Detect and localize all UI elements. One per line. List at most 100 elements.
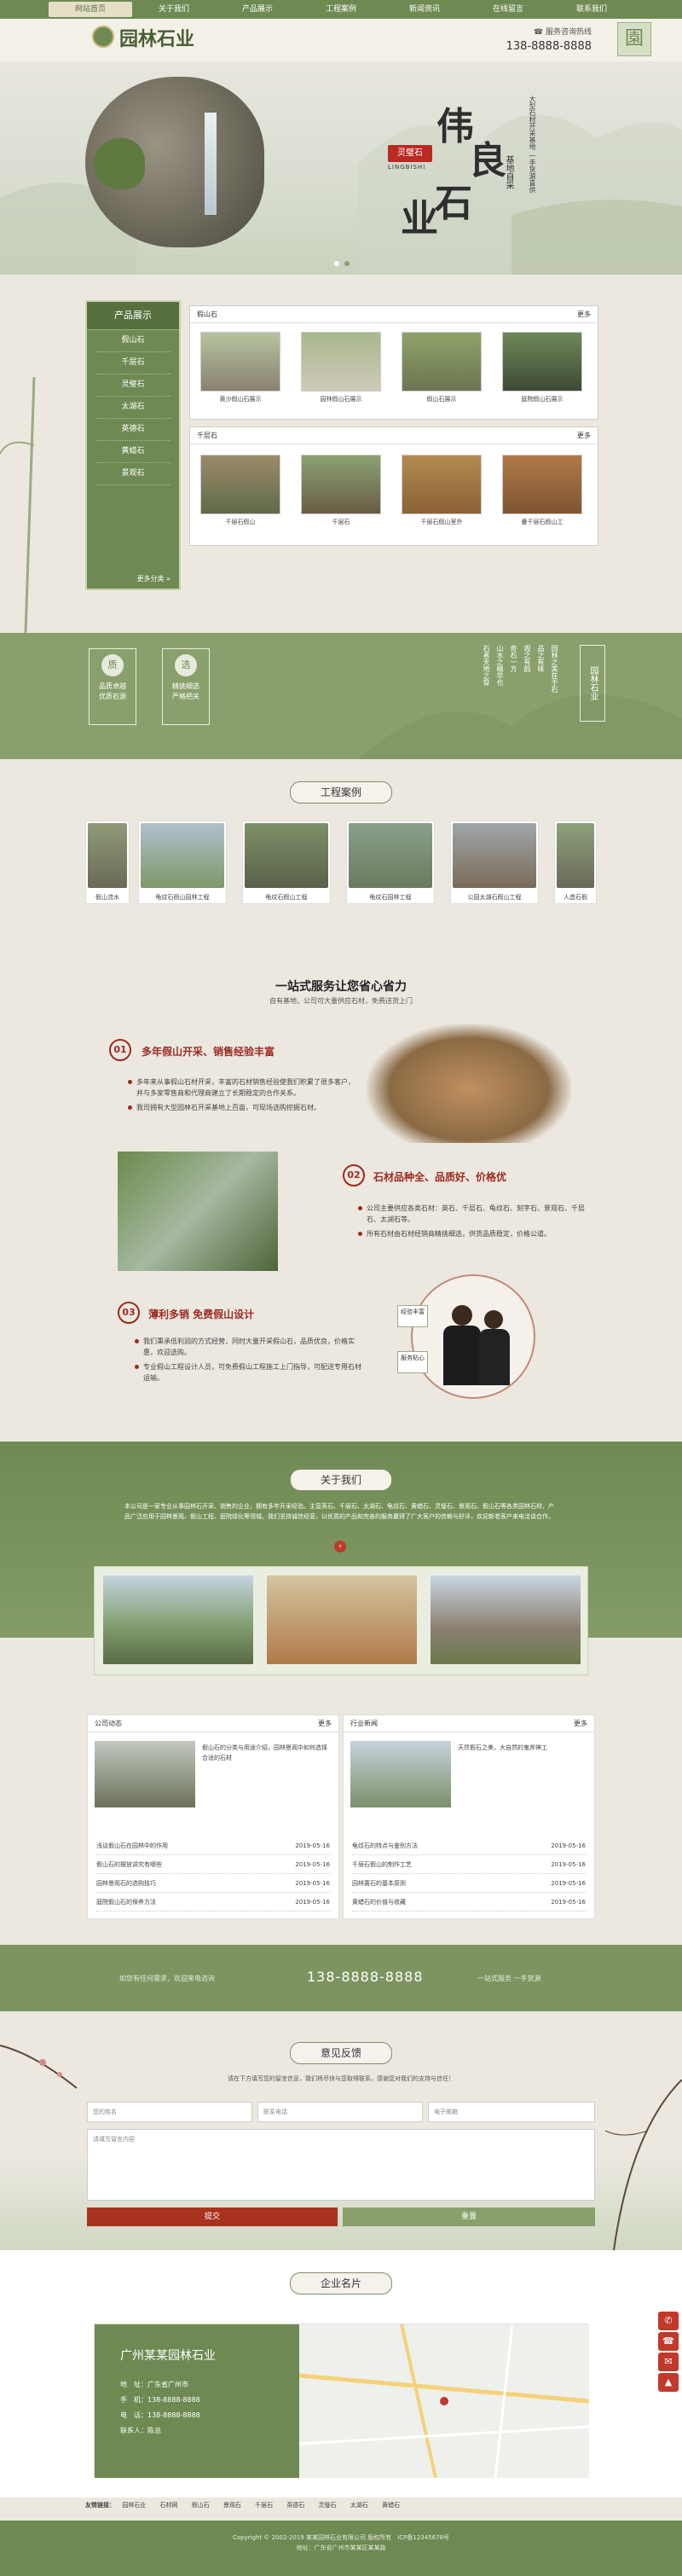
more-link[interactable]: 更多 <box>318 1715 332 1732</box>
staff-image <box>411 1274 535 1399</box>
product-image[interactable] <box>502 455 582 514</box>
product-item[interactable]: 园林假山石展示 <box>301 332 381 403</box>
feature-icon: 选 <box>175 654 197 676</box>
sidebar-title: 产品展示 <box>87 302 179 330</box>
product-item[interactable]: 假山石展示 <box>402 332 482 403</box>
nav-message[interactable]: 在线留言 <box>466 0 550 19</box>
nav-contact[interactable]: 联系我们 <box>550 0 633 19</box>
product-image[interactable] <box>301 455 381 514</box>
side-wechat-icon[interactable]: ✉ <box>658 2353 679 2371</box>
nav-cases[interactable]: 工程案例 <box>299 0 383 19</box>
nav-about[interactable]: 关于我们 <box>132 0 216 19</box>
product-image[interactable] <box>301 332 381 392</box>
news-featured[interactable]: 天然假石之美，大自然的鬼斧神工 <box>458 1743 586 1753</box>
news-row[interactable]: 浅谈假山石在园林中的作用 2019-05-16 <box>96 1836 330 1855</box>
logo-icon[interactable] <box>92 26 114 48</box>
product-item[interactable]: 千层石假山室外 <box>402 455 482 526</box>
product-image[interactable] <box>402 455 482 514</box>
product-item[interactable]: 叠千层石假山工 <box>502 455 582 526</box>
link-item[interactable]: 灵璧石 <box>319 2502 337 2509</box>
link-item[interactable]: 英德石 <box>286 2502 304 2509</box>
product-item[interactable]: 千层石 <box>301 455 381 526</box>
phone-field[interactable]: 联系电话 <box>257 2102 423 2122</box>
product-image[interactable] <box>502 332 582 392</box>
news-row[interactable]: 假山石的摆放讲究有哪些 2019-05-16 <box>96 1855 330 1874</box>
slide-dot-2[interactable] <box>344 261 350 266</box>
product-image[interactable] <box>200 332 280 392</box>
case-card[interactable]: 假山流水 <box>85 821 130 904</box>
product-item[interactable]: 庭院假山石展示 <box>502 332 582 403</box>
feature-points: 公司主要供应各类石材：英石、千层石、龟纹石、刻字石、景观石、千层石、太湖石等。所… <box>358 1203 588 1243</box>
feature-quality: 质 品质卓越 优质石源 <box>89 648 136 725</box>
email-field[interactable]: 电子邮箱 <box>428 2102 595 2122</box>
gallery-image[interactable] <box>103 1575 253 1664</box>
news-row[interactable]: 龟纹石的特点与鉴别方法 2019-05-16 <box>352 1836 586 1855</box>
submit-button[interactable]: 提交 <box>87 2208 338 2226</box>
link-item[interactable]: 太湖石 <box>350 2502 368 2509</box>
category-item[interactable]: 英德石 <box>95 419 170 441</box>
more-arrow-icon[interactable]: › <box>334 1540 346 1552</box>
feedback-title: 意见反馈 <box>290 2042 392 2064</box>
news-row[interactable]: 庭院假山石的保养方法 2019-05-16 <box>96 1893 330 1912</box>
gallery-image[interactable] <box>267 1575 417 1664</box>
case-card[interactable]: 龟纹石假山园林工程 <box>138 821 227 904</box>
news-featured[interactable]: 假山石的分类与用途介绍，园林景观中如何选择合适的石材 <box>202 1743 330 1763</box>
news-thumbnail[interactable] <box>95 1741 195 1807</box>
category-item[interactable]: 黄蜡石 <box>95 441 170 463</box>
logo-text[interactable]: 园林石业 <box>119 24 194 51</box>
tree-branch-decoration <box>604 2080 682 2250</box>
poem-title: 园林石业 <box>580 645 605 722</box>
product-item[interactable]: 千层石假山 <box>200 455 280 526</box>
slide-dot-1[interactable] <box>334 261 339 266</box>
case-card[interactable]: 人造石假 <box>554 821 597 904</box>
news-thumbnail[interactable] <box>350 1741 451 1807</box>
feature-title: 薄利多销 免费假山设计 <box>148 1308 255 1320</box>
friend-links: 友情链接： 园林石业 石材网 假山石 景观石 千层石 英德石 灵璧石 太湖石 黄… <box>85 2499 597 2511</box>
product-item[interactable]: 黄沙假山石展示 <box>200 332 280 403</box>
news-row[interactable]: 园林景观石的选购技巧 2019-05-16 <box>96 1874 330 1893</box>
side-qq-icon[interactable]: ✆ <box>658 2312 679 2330</box>
link-item[interactable]: 千层石 <box>255 2502 273 2509</box>
news-title: 行业新闻 <box>350 1720 378 1727</box>
link-item[interactable]: 园林石业 <box>122 2502 146 2509</box>
nav-products[interactable]: 产品展示 <box>216 0 299 19</box>
gallery-image[interactable] <box>431 1575 581 1664</box>
sidebar-more-link[interactable]: 更多分类 » <box>137 574 170 583</box>
product-image[interactable] <box>402 332 482 392</box>
industry-news: 行业新闻 更多 天然假石之美，大自然的鬼斧神工 龟纹石的特点与鉴别方法 2019-0… <box>343 1714 595 1919</box>
link-item[interactable]: 黄蜡石 <box>382 2502 400 2509</box>
product-image[interactable] <box>200 455 280 514</box>
more-link[interactable]: 更多 <box>577 427 591 444</box>
content-field[interactable]: 请填写留言内容 <box>87 2129 595 2201</box>
about-gallery <box>94 1566 588 1675</box>
map-image[interactable] <box>299 2324 589 2478</box>
news-row[interactable]: 千层石假山的制作工艺 2019-05-16 <box>352 1855 586 1874</box>
side-phone-icon[interactable]: ☎ <box>658 2332 679 2351</box>
category-item[interactable]: 假山石 <box>95 330 170 352</box>
category-list: 假山石 千层石 灵璧石 太湖石 英德石 黄蜡石 景观石 <box>87 330 179 485</box>
link-item[interactable]: 假山石 <box>192 2502 210 2509</box>
name-field[interactable]: 您的姓名 <box>87 2102 252 2122</box>
back-to-top-icon[interactable]: ▲ <box>658 2373 679 2392</box>
link-item[interactable]: 石材网 <box>159 2502 177 2509</box>
header: 园林石业 ☎ 服务咨询热线 138-8888-8888 園 <box>0 19 682 61</box>
news-row[interactable]: 园林置石的基本原则 2019-05-16 <box>352 1874 586 1893</box>
case-card[interactable]: 公园太湖石假山工程 <box>450 821 539 904</box>
card-address: 地 址：广东省广州市 <box>120 2381 188 2388</box>
case-card[interactable]: 龟纹石园林工程 <box>346 821 435 904</box>
case-card[interactable]: 龟纹石假山工程 <box>242 821 331 904</box>
header-phone: 138-8888-8888 <box>506 40 592 53</box>
category-item[interactable]: 太湖石 <box>95 397 170 419</box>
more-link[interactable]: 更多 <box>574 1715 587 1732</box>
nav-news[interactable]: 新闻资讯 <box>383 0 466 19</box>
category-item[interactable]: 千层石 <box>95 352 170 374</box>
news-row[interactable]: 黄蜡石的价值与收藏 2019-05-16 <box>352 1893 586 1912</box>
footer: Copyright © 2002-2019 某某园林石业有限公司 版权所有 IC… <box>0 2521 682 2576</box>
wechat-qr-icon: 園 <box>617 22 651 56</box>
nav-home[interactable]: 网站首页 <box>49 2 132 17</box>
category-item[interactable]: 景观石 <box>95 463 170 485</box>
more-link[interactable]: 更多 <box>577 306 591 323</box>
link-item[interactable]: 景观石 <box>223 2502 241 2509</box>
category-item[interactable]: 灵璧石 <box>95 374 170 397</box>
reset-button[interactable]: 重置 <box>343 2208 595 2226</box>
